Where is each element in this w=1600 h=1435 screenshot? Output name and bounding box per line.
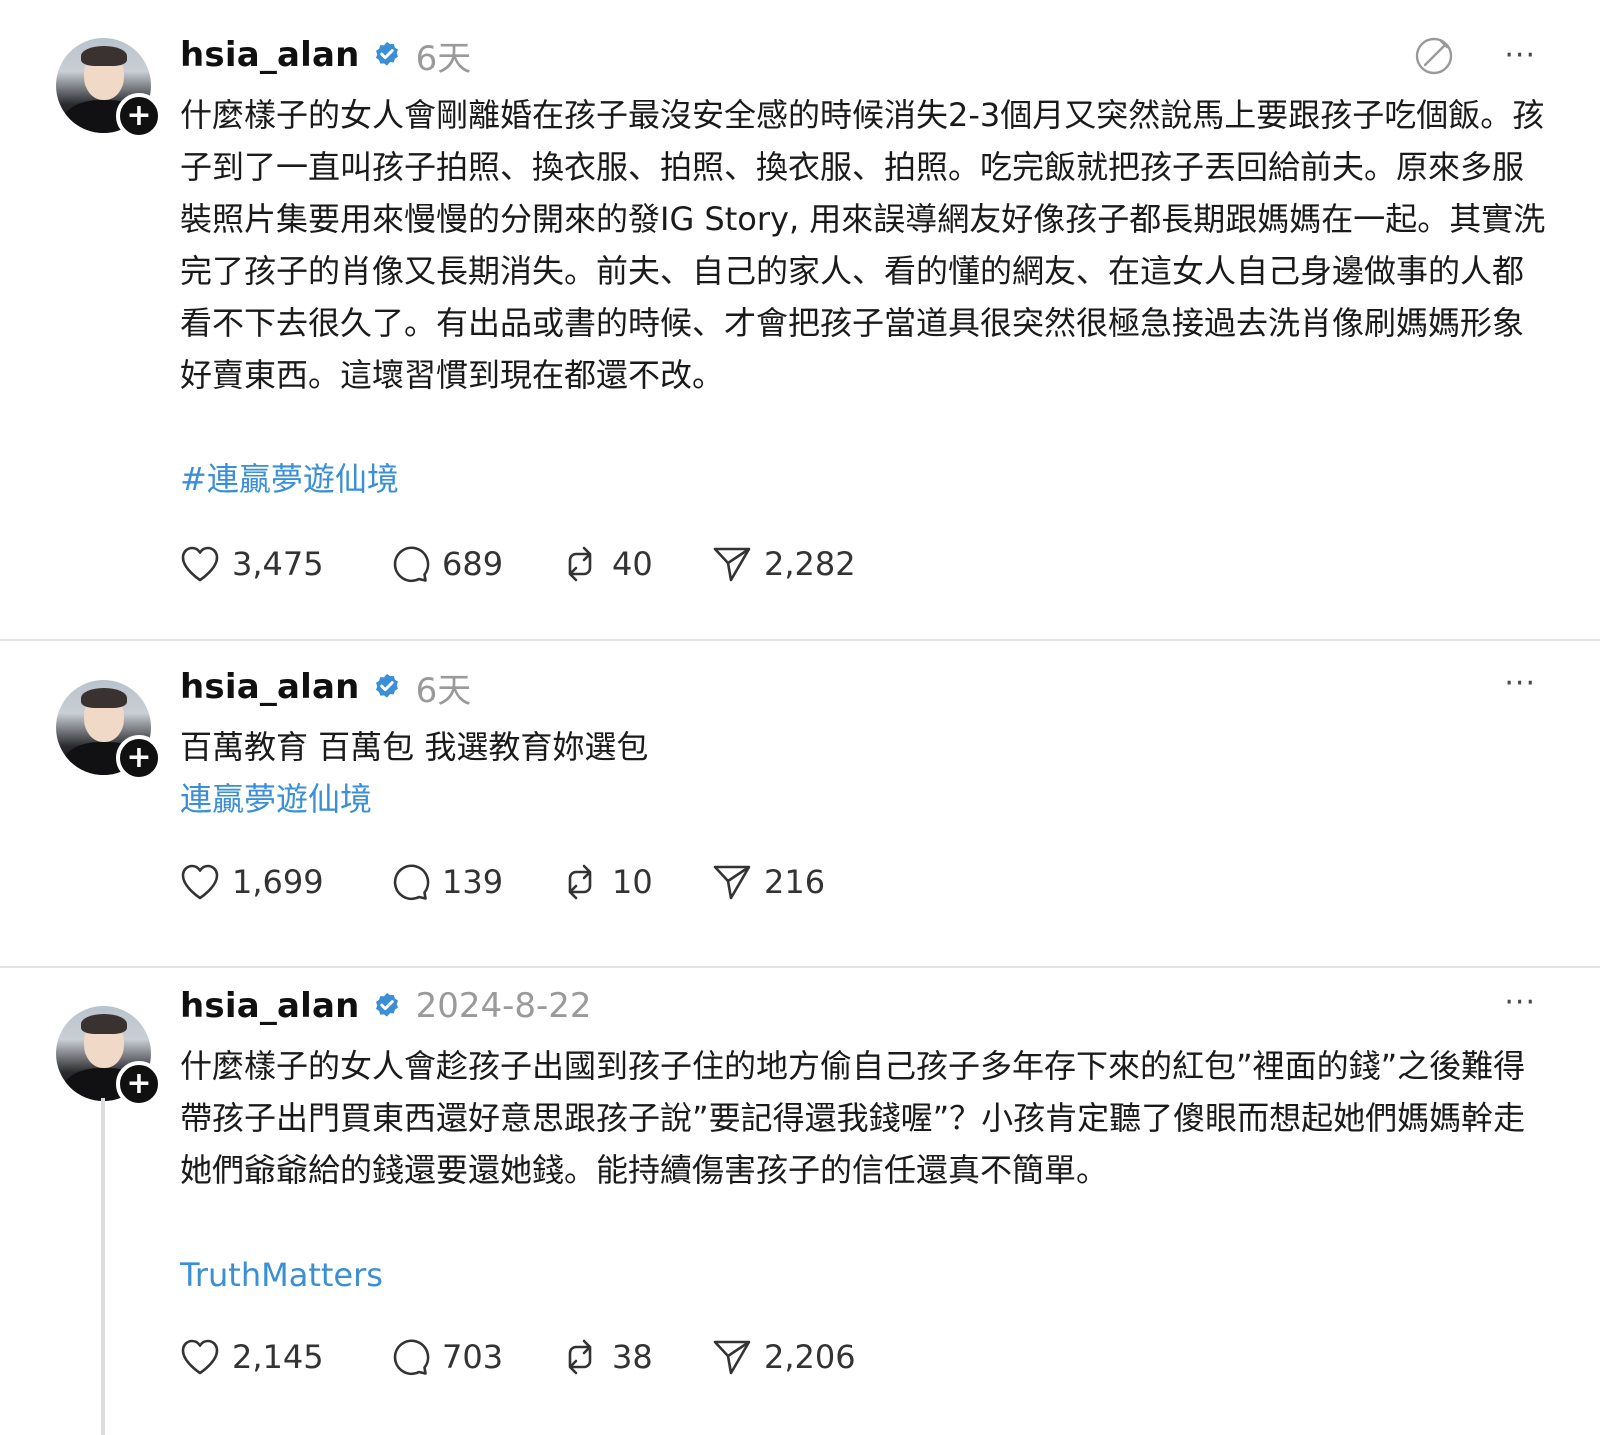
post-top-actions: ··· — [1504, 669, 1536, 699]
hashtag-link[interactable]: TruthMatters — [180, 1249, 383, 1301]
share-button[interactable]: 2,206 — [710, 1335, 856, 1379]
quote-edit-icon[interactable] — [1412, 34, 1456, 78]
verified-badge-icon — [375, 673, 398, 698]
post-card[interactable]: + hsia_alan 6天 ··· 什麼樣子的女人會剛離婚在孩子最沒安全感的時… — [0, 0, 1600, 640]
reply-count: 703 — [442, 1338, 504, 1376]
share-count: 2,206 — [764, 1338, 856, 1376]
post-timestamp[interactable]: 6天 — [416, 31, 472, 80]
follow-plus-icon[interactable]: + — [116, 735, 162, 781]
repost-count: 10 — [612, 863, 653, 901]
username-link[interactable]: hsia_alan — [180, 35, 360, 75]
like-button[interactable]: 3,475 — [178, 542, 388, 586]
share-count: 216 — [764, 863, 826, 901]
repost-icon — [568, 864, 592, 900]
like-count: 3,475 — [232, 545, 324, 583]
repost-button[interactable]: 40 — [558, 542, 710, 586]
send-icon — [713, 547, 751, 582]
post-action-bar: 1,699 139 10 216 — [178, 860, 825, 904]
post-header: hsia_alan 6天 — [180, 31, 472, 80]
comment-bubble-icon — [393, 1339, 430, 1376]
post-header: hsia_alan 2024-8-22 — [180, 984, 592, 1028]
reply-count: 689 — [442, 545, 504, 583]
like-count: 1,699 — [232, 863, 324, 901]
repost-count: 38 — [612, 1338, 653, 1376]
thread-connector-line — [101, 1098, 105, 1435]
avatar[interactable]: + — [56, 38, 162, 139]
more-dots-icon[interactable]: ··· — [1504, 669, 1536, 699]
username-link[interactable]: hsia_alan — [180, 986, 360, 1026]
repost-button[interactable]: 38 — [558, 1335, 710, 1379]
post-text: 什麼樣子的女人會剛離婚在孩子最沒安全感的時候消失2-3個月又突然說馬上要跟孩子吃… — [180, 96, 1546, 394]
avatar[interactable]: + — [56, 680, 162, 781]
share-button[interactable]: 216 — [710, 860, 825, 904]
hashtag-link[interactable]: #連贏夢遊仙境 — [180, 453, 399, 505]
share-button[interactable]: 2,282 — [710, 542, 856, 586]
avatar[interactable]: + — [56, 1006, 162, 1107]
more-dots-icon[interactable]: ··· — [1504, 41, 1536, 71]
heart-icon — [181, 1339, 219, 1375]
username-link[interactable]: hsia_alan — [180, 667, 360, 707]
heart-icon — [181, 546, 219, 582]
post-card[interactable]: + hsia_alan 6天 ··· 百萬教育 百萬包 我選教育妳選包 連贏夢遊… — [0, 641, 1600, 967]
reply-count: 139 — [442, 863, 504, 901]
post-top-actions: ··· — [1412, 34, 1536, 78]
more-dots-icon[interactable]: ··· — [1504, 988, 1536, 1018]
like-button[interactable]: 1,699 — [178, 860, 388, 904]
repost-icon — [568, 1339, 592, 1375]
repost-button[interactable]: 10 — [558, 860, 710, 904]
reply-button[interactable]: 689 — [388, 542, 558, 586]
verified-badge-icon — [375, 41, 398, 66]
post-action-bar: 3,475 689 40 2,282 — [178, 542, 856, 586]
post-timestamp[interactable]: 6天 — [416, 663, 472, 712]
verified-badge-icon — [375, 992, 398, 1017]
like-count: 2,145 — [232, 1338, 324, 1376]
hashtag-link[interactable]: 連贏夢遊仙境 — [180, 773, 372, 825]
follow-plus-icon[interactable]: + — [116, 1061, 162, 1107]
reply-button[interactable]: 703 — [388, 1335, 558, 1379]
repost-icon — [568, 546, 592, 582]
comment-bubble-icon — [393, 864, 430, 901]
reply-button[interactable]: 139 — [388, 860, 558, 904]
send-icon — [713, 865, 751, 900]
post-text: 百萬教育 百萬包 我選教育妳選包 — [180, 728, 649, 766]
post-action-bar: 2,145 703 38 2,206 — [178, 1335, 856, 1379]
heart-icon — [181, 864, 219, 900]
post-timestamp[interactable]: 2024-8-22 — [416, 986, 592, 1026]
like-button[interactable]: 2,145 — [178, 1335, 388, 1379]
post-header: hsia_alan 6天 — [180, 663, 472, 712]
post-top-actions: ··· — [1504, 988, 1536, 1018]
comment-bubble-icon — [393, 546, 430, 583]
send-icon — [713, 1340, 751, 1375]
post-card[interactable]: + hsia_alan 2024-8-22 ··· 什麼樣子的女人會趁孩子出國到… — [0, 968, 1600, 1435]
post-text: 什麼樣子的女人會趁孩子出國到孩子住的地方偷自己孩子多年存下來的紅包”裡面的錢”之… — [180, 1047, 1526, 1189]
share-count: 2,282 — [764, 545, 856, 583]
follow-plus-icon[interactable]: + — [116, 93, 162, 139]
repost-count: 40 — [612, 545, 653, 583]
